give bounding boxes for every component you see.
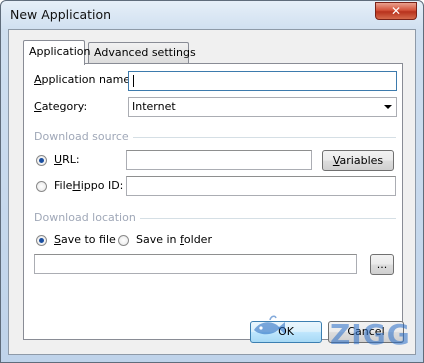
tab-advanced-settings[interactable]: Advanced settings xyxy=(88,42,196,63)
filehippo-id-input[interactable] xyxy=(126,176,396,196)
variables-button[interactable]: Variables xyxy=(322,150,394,171)
tab-advanced-settings-label: Advanced settings xyxy=(94,46,196,59)
download-source-heading: Download source xyxy=(34,130,133,143)
title-bar[interactable]: New Application ✕ xyxy=(1,1,423,29)
window-title: New Application xyxy=(10,7,112,22)
save-in-folder-radio[interactable] xyxy=(118,235,129,246)
tab-page-application: Application name: Category: Internet Dow… xyxy=(23,63,403,340)
dialog-client-area: Application Advanced settings Applicatio… xyxy=(8,29,416,355)
url-input[interactable] xyxy=(126,150,312,170)
save-in-folder-label: Save in folder xyxy=(136,233,212,246)
browse-button-label: ... xyxy=(376,258,388,271)
tab-application[interactable]: Application xyxy=(23,40,90,65)
save-to-file-label: Save to file xyxy=(54,233,116,246)
close-icon: ✕ xyxy=(390,4,402,18)
url-radio[interactable] xyxy=(36,155,47,166)
text-caret xyxy=(133,75,134,87)
filehippo-id-label: FileHippo ID: xyxy=(54,179,124,192)
save-path-input[interactable] xyxy=(34,254,357,274)
dialog-window: New Application ✕ Application Advanced s… xyxy=(0,0,424,363)
category-label: Category: xyxy=(34,100,88,113)
category-select[interactable]: Internet xyxy=(128,97,397,117)
chevron-down-icon[interactable] xyxy=(384,105,392,109)
tab-application-label: Application xyxy=(29,45,91,58)
watermark-text: ZIGG xyxy=(330,318,411,351)
browse-button[interactable]: ... xyxy=(370,254,394,275)
category-selected-value: Internet xyxy=(132,100,176,113)
watermark-fish-icon xyxy=(254,315,285,335)
url-label: URL: xyxy=(54,153,80,166)
download-location-heading: Download location xyxy=(34,211,140,224)
application-name-label: Application name: xyxy=(34,73,134,86)
save-to-file-radio[interactable] xyxy=(36,235,47,246)
application-name-input[interactable] xyxy=(128,71,397,91)
close-button[interactable]: ✕ xyxy=(375,2,417,20)
filehippo-radio[interactable] xyxy=(36,181,47,192)
